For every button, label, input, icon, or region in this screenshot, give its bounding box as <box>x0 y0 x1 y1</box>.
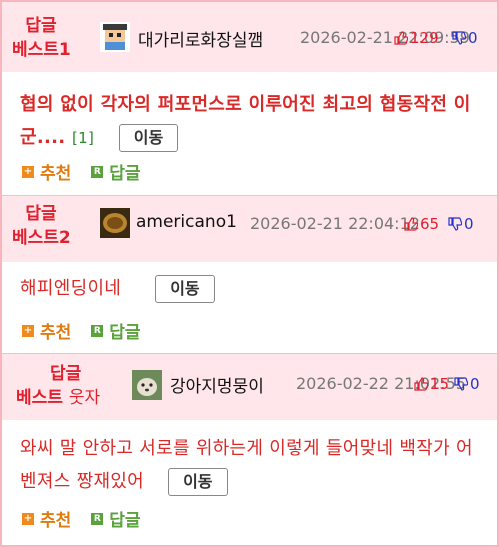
thumbs-down-icon <box>448 217 462 231</box>
downvote-button[interactable]: 0 <box>454 375 480 393</box>
badge-line2: 베스트 <box>16 388 63 408</box>
reply-icon: R <box>91 324 104 337</box>
reply-button[interactable]: R 답글 <box>91 318 141 343</box>
reply-label: 답글 <box>109 511 141 531</box>
recommend-label: 추천 <box>40 323 72 343</box>
recommend-button[interactable]: + 추천 <box>22 506 71 531</box>
reply-actions: + 추천 R 답글 <box>22 318 161 343</box>
downvote-count: 0 <box>464 215 474 233</box>
upvote-button[interactable]: 15 <box>414 375 449 393</box>
upvote-button[interactable]: 129 <box>394 29 439 47</box>
badge-line1: 답글 <box>50 364 82 384</box>
nickname-link[interactable]: americano1 <box>136 212 237 232</box>
badge-line2: 베스트1 <box>12 40 71 60</box>
reply-body: 해피엔딩이네 이동 <box>20 272 490 305</box>
upvote-button[interactable]: 65 <box>404 215 439 233</box>
recommend-label: 추천 <box>40 164 72 184</box>
reply-button[interactable]: R 답글 <box>91 159 141 184</box>
reply-body: 와씨 말 안하고 서로를 위하는게 이렇게 들어맞네 백작가 어벤져스 짱재있어… <box>20 432 486 498</box>
badge-line1: 답글 <box>25 16 57 36</box>
best-badge: 답글 베스트1 <box>12 14 71 62</box>
post-date: 2026-02-21 22:09:59 <box>300 28 470 47</box>
thumbs-up-icon <box>394 31 408 45</box>
best-badge: 답글 베스트2 <box>12 202 71 250</box>
recommend-button[interactable]: + 추천 <box>22 318 71 343</box>
reply-header-2: 답글 베스트2 americano1 2026-02-21 22:04:12 6… <box>2 196 497 262</box>
reply-text: 해피엔딩이네 <box>20 278 122 299</box>
reply-actions: + 추천 R 답글 <box>22 159 161 184</box>
reply-icon: R <box>91 512 104 525</box>
recommend-label: 추천 <box>40 511 72 531</box>
thumbs-up-icon <box>414 377 428 391</box>
plus-icon: + <box>22 165 34 178</box>
recommend-button[interactable]: + 추천 <box>22 159 71 184</box>
downvote-button[interactable]: 0 <box>452 29 478 47</box>
post-date: 2026-02-21 22:04:12 <box>250 214 420 233</box>
reply-text: 와씨 말 안하고 서로를 위하는게 이렇게 들어맞네 백작가 어벤져스 짱재있어 <box>20 438 473 492</box>
upvote-count: 65 <box>420 215 440 233</box>
badge-line1: 답글 <box>25 204 57 224</box>
thumbs-down-icon <box>454 377 468 391</box>
comment-count[interactable]: [1] <box>72 129 94 147</box>
nickname-link[interactable]: 대가리로화장실깸 <box>138 26 263 51</box>
upvote-count: 129 <box>410 29 439 47</box>
category-tag: 웃자 <box>68 388 101 408</box>
best-badge: 답글 베스트 웃자 <box>16 362 126 410</box>
move-button[interactable]: 이동 <box>168 468 228 496</box>
downvote-button[interactable]: 0 <box>448 215 474 233</box>
coffee-avatar-icon[interactable] <box>100 208 130 238</box>
reply-header-1: 답글 베스트1 대가리로화장실깸 2026-02-21 22:09:59 129… <box>2 2 497 72</box>
reply-actions: + 추천 R 답글 <box>22 506 161 531</box>
nickname-link[interactable]: 강아지멍뭉이 <box>170 372 264 397</box>
dog-avatar-icon[interactable] <box>132 370 162 400</box>
move-button[interactable]: 이동 <box>118 124 179 152</box>
plus-icon: + <box>22 512 34 525</box>
reply-button[interactable]: R 답글 <box>91 506 141 531</box>
reply-label: 답글 <box>109 164 141 184</box>
plus-icon: + <box>22 324 34 337</box>
downvote-count: 0 <box>468 29 478 47</box>
reply-icon: R <box>91 165 104 178</box>
reply-label: 답글 <box>109 323 141 343</box>
upvote-count: 15 <box>430 375 450 393</box>
reply-header-3: 답글 베스트 웃자 강아지멍뭉이 2026-02-22 21:02:55 15 … <box>2 354 497 420</box>
downvote-count: 0 <box>470 375 480 393</box>
thumbs-down-icon <box>452 31 466 45</box>
thumbs-up-icon <box>404 217 418 231</box>
badge-line2: 베스트2 <box>12 228 71 248</box>
move-button[interactable]: 이동 <box>155 275 215 303</box>
reply-body: 협의 없이 각자의 퍼포먼스로 이루어진 최고의 협동작전 이군.... [1]… <box>20 88 490 155</box>
pixel-avatar-icon[interactable] <box>100 22 130 52</box>
